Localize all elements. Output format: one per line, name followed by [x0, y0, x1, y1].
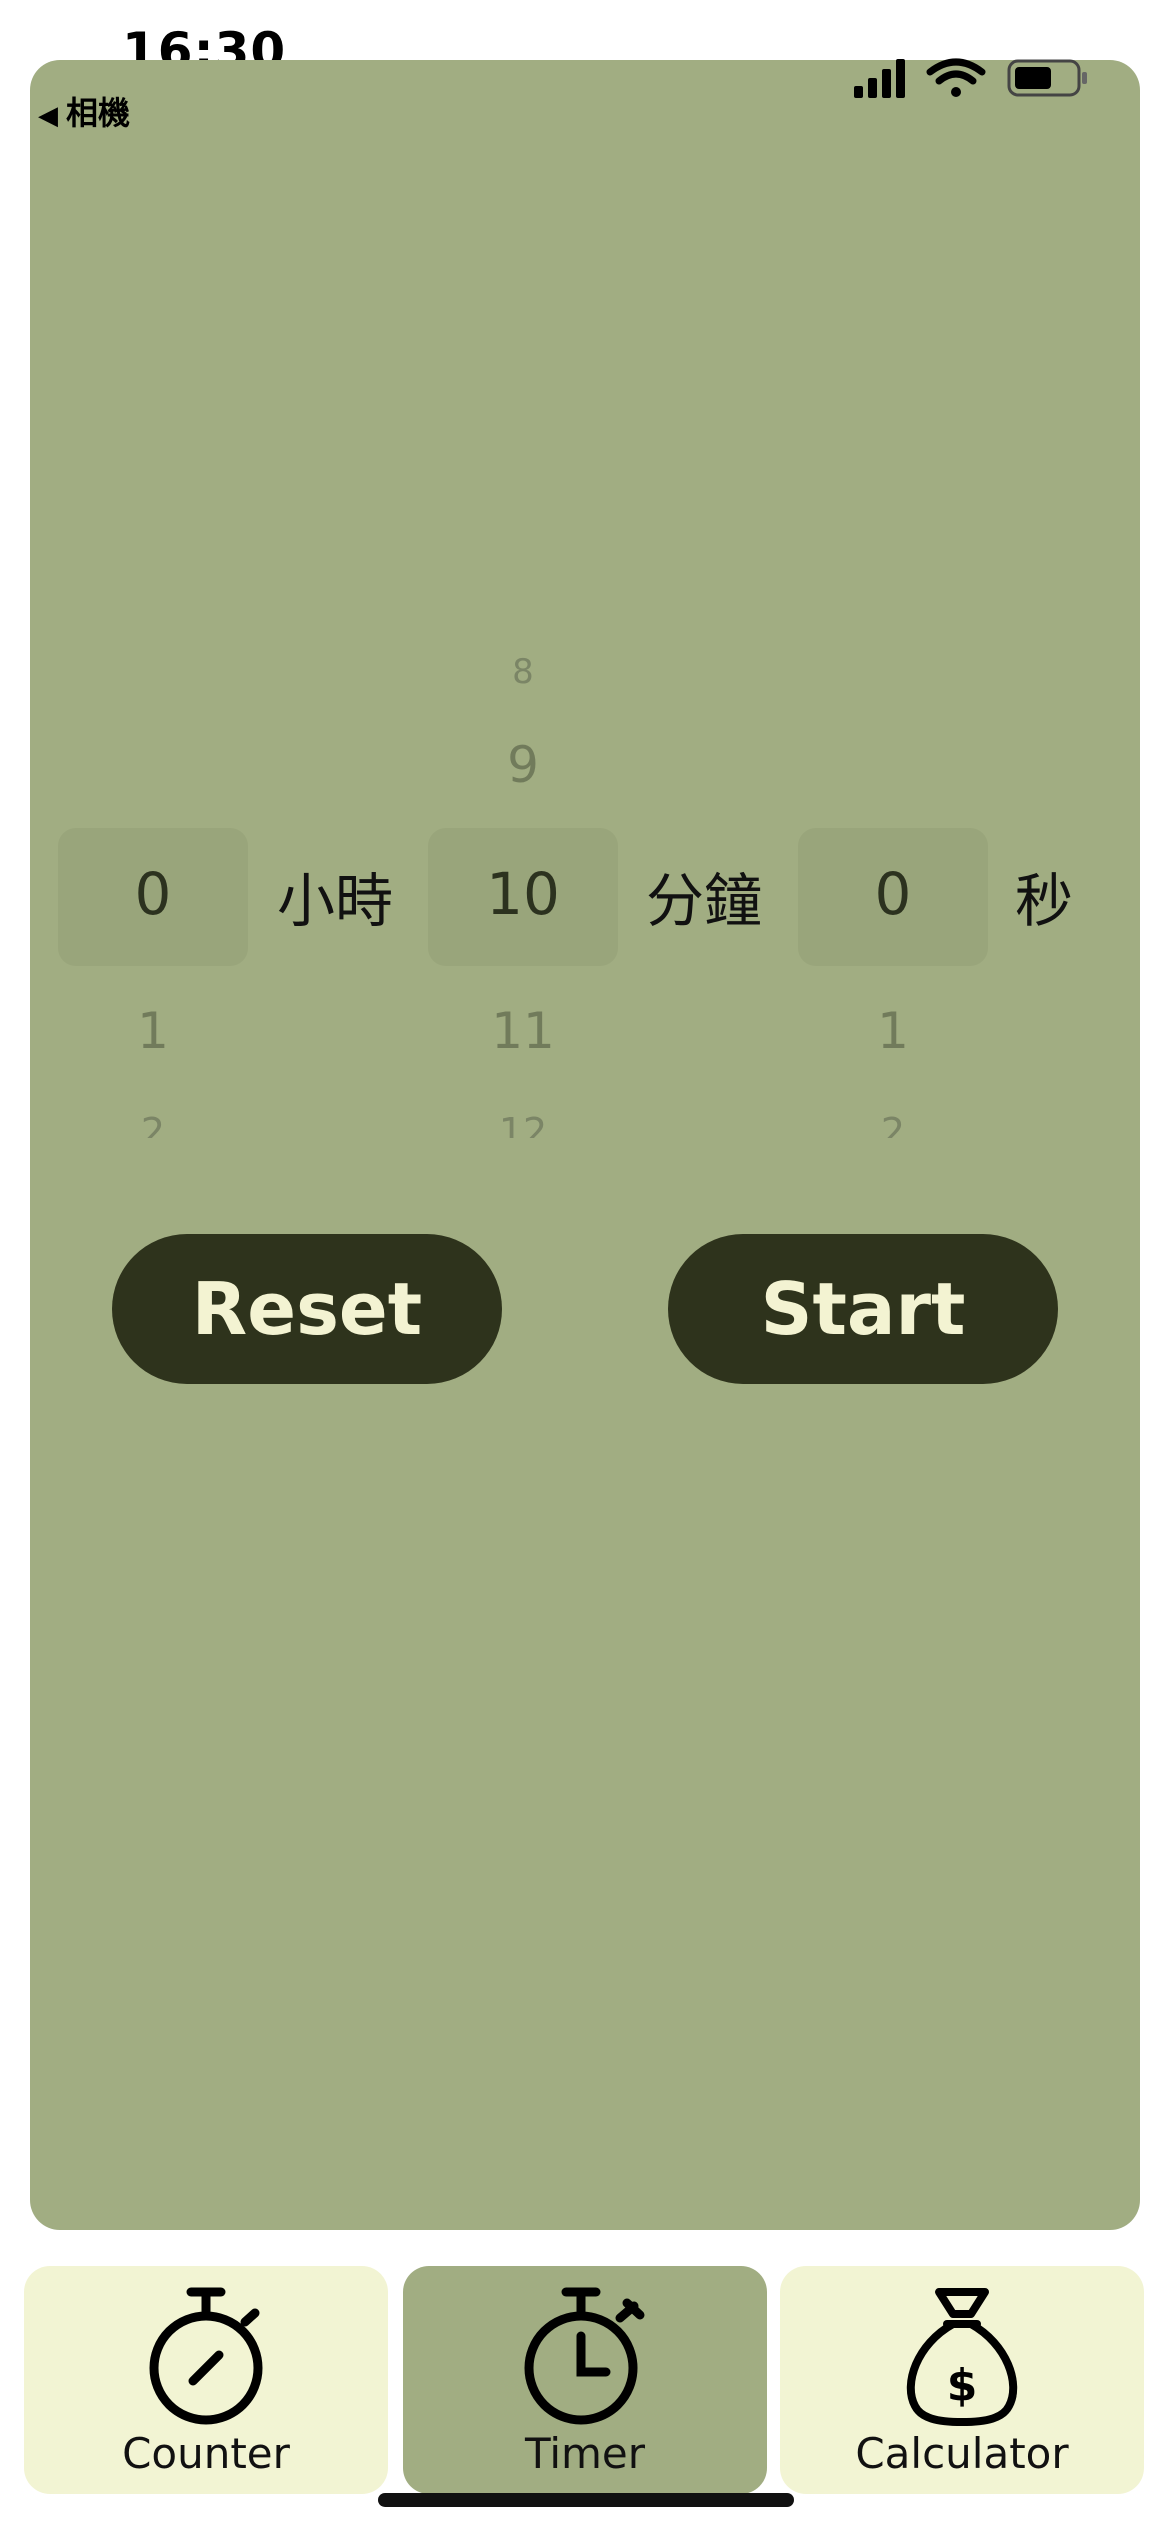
- minutes-next1: 11: [491, 1002, 555, 1060]
- back-label: 相機: [66, 94, 131, 132]
- tab-timer-label: Timer: [524, 2429, 646, 2478]
- back-to-camera-link[interactable]: ◀ 相機: [38, 88, 130, 134]
- seconds-unit-label: 秒: [1015, 867, 1074, 935]
- seconds-selected-value: 0: [874, 860, 912, 928]
- cellular-signal-icon: [854, 59, 905, 98]
- tab-calculator[interactable]: $ Calculator: [780, 2266, 1144, 2494]
- wifi-icon: [926, 58, 986, 97]
- reset-button[interactable]: Reset: [112, 1234, 502, 1384]
- minutes-next2: 12: [498, 1110, 548, 1138]
- hours-selected-value: 0: [134, 860, 172, 928]
- money-bag-icon: $: [906, 2288, 1018, 2426]
- timer-card: 0 1 2 小時 8 9 10 11 12 分鐘 0 1 2 秒 Reset S…: [30, 60, 1140, 2230]
- status-icons: [854, 58, 1087, 98]
- tab-timer[interactable]: Timer: [403, 2266, 767, 2494]
- home-indicator: [378, 2493, 794, 2507]
- minutes-selected-value: 10: [486, 860, 560, 928]
- battery-icon: [1007, 59, 1087, 97]
- timer-icon: [524, 2287, 645, 2425]
- minutes-unit-label: 分鐘: [646, 867, 763, 935]
- seconds-next1: 1: [877, 1002, 909, 1060]
- minutes-prev2: 8: [512, 652, 534, 692]
- hours-next1: 1: [137, 1002, 169, 1060]
- svg-text:$: $: [947, 2360, 978, 2411]
- tab-calculator-label: Calculator: [855, 2429, 1069, 2478]
- tab-counter[interactable]: Counter: [24, 2266, 388, 2494]
- minutes-prev1: 9: [507, 736, 539, 794]
- start-button[interactable]: Start: [668, 1234, 1058, 1384]
- seconds-next2: 2: [880, 1110, 906, 1138]
- stopwatch-icon: [149, 2287, 263, 2425]
- triangle-left-icon: ◀: [38, 101, 58, 131]
- tab-counter-label: Counter: [122, 2429, 290, 2478]
- hours-next2: 2: [140, 1110, 166, 1138]
- hours-unit-label: 小時: [277, 867, 394, 935]
